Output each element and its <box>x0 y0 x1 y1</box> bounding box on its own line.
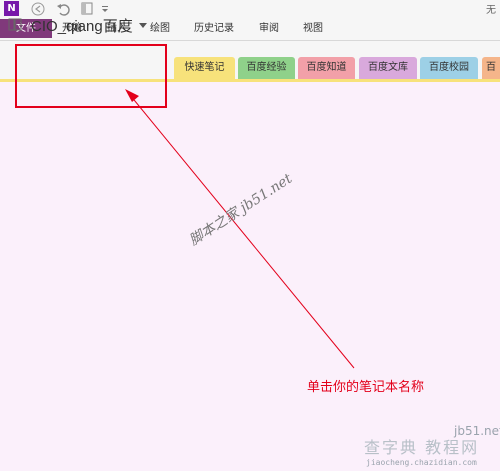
annotation-arrow <box>125 89 355 369</box>
annotation-text: 单击你的笔记本名称 <box>307 380 425 395</box>
corner-watermark-text: 查字典 教程网 <box>364 438 480 457</box>
corner-watermark: jb51.net 查字典 教程网 jiaocheng.chazidian.com <box>362 424 500 471</box>
corner-watermark-url: jiaocheng.chazidian.com <box>366 458 477 467</box>
